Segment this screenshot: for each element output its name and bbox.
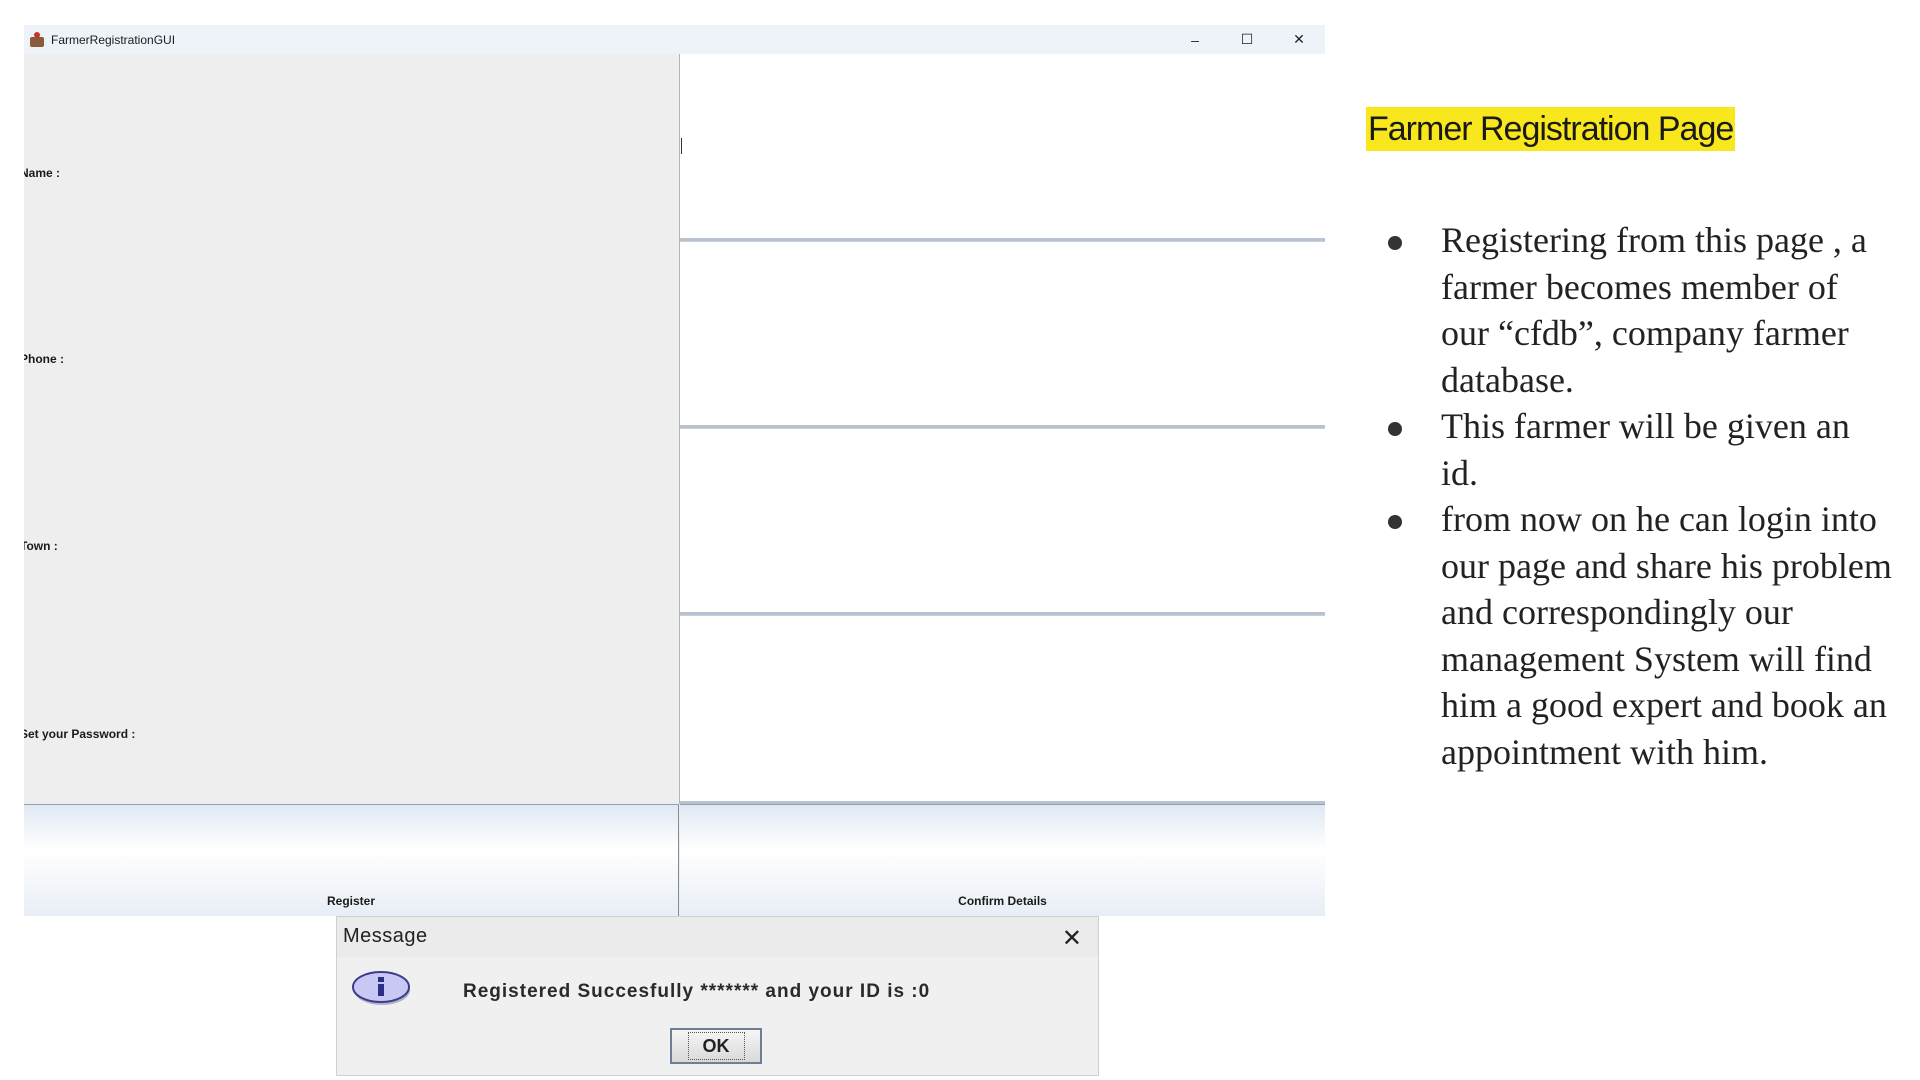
farmer-registration-window: FarmerRegistrationGUI – ☐ ✕ Name : Phone…: [24, 25, 1325, 916]
window-title: FarmerRegistrationGUI: [51, 32, 176, 47]
town-label: Town :: [24, 539, 58, 553]
window-titlebar[interactable]: FarmerRegistrationGUI – ☐ ✕: [24, 25, 1325, 54]
confirm-details-button[interactable]: Confirm Details: [680, 804, 1325, 916]
name-label: Name :: [24, 166, 61, 180]
ok-button[interactable]: OK: [670, 1028, 762, 1064]
java-app-icon: [29, 31, 45, 48]
slide-title: Farmer Registration Page: [1366, 107, 1736, 151]
town-field[interactable]: [680, 428, 1325, 615]
name-field[interactable]: [680, 54, 1325, 241]
register-button[interactable]: Register: [24, 804, 679, 916]
bullet-item: This farmer will be given an id.: [1388, 403, 1893, 496]
message-dialog: Message ✕ Registered Succesfully *******…: [336, 916, 1099, 1076]
bullet-item: Registering from this page , a farmer be…: [1388, 217, 1893, 403]
dialog-title: Message: [343, 925, 428, 947]
description-list: Registering from this page , a farmer be…: [1388, 217, 1893, 775]
password-label: Set your Password :: [24, 727, 136, 741]
phone-field[interactable]: [680, 241, 1325, 428]
info-icon: [352, 971, 410, 1005]
dialog-close-icon[interactable]: ✕: [1062, 924, 1082, 953]
window-controls: – ☐ ✕: [1169, 25, 1325, 54]
phone-label: Phone :: [24, 352, 64, 366]
password-field[interactable]: [680, 615, 1325, 804]
close-button[interactable]: ✕: [1273, 25, 1325, 54]
dialog-message: Registered Succesfully ******* and your …: [463, 981, 931, 1002]
ok-button-label: OK: [687, 1032, 745, 1060]
text-caret: [681, 138, 682, 154]
minimize-button[interactable]: –: [1169, 25, 1221, 54]
window-body: Name : Phone : Town : Set your Password …: [24, 54, 1325, 916]
maximize-button[interactable]: ☐: [1221, 25, 1273, 54]
label-column: Name : Phone : Town : Set your Password …: [24, 54, 680, 804]
bullet-item: from now on he can login into our page a…: [1388, 496, 1893, 775]
dialog-titlebar[interactable]: Message ✕: [337, 917, 1098, 957]
